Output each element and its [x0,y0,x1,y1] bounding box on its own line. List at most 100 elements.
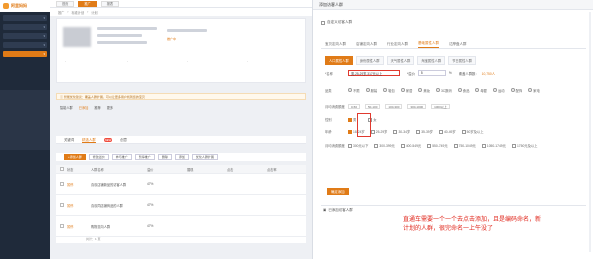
premium-input[interactable]: 5 [417,70,446,76]
confirm-add-button[interactable]: 确定添加 [327,188,349,195]
delete-button[interactable]: 删除 [157,154,172,160]
column-header: 点击 [227,167,234,172]
tab-weather[interactable]: 天气属性人群 [386,56,415,65]
option-box[interactable]: 300-1000 [407,104,427,109]
option-box[interactable]: 100-300 [385,104,403,109]
tab-demographic[interactable]: 人口属性人群 [325,56,353,65]
tab-promotion[interactable]: 推广 [78,0,97,7]
tab-industry-audience[interactable]: 行业定向人群 [387,42,408,47]
checkbox-icon [374,143,379,148]
tab-keywords[interactable]: 关键词 [64,137,74,142]
option-box[interactable]: 0-50 [348,104,361,109]
gender-option-male[interactable]: 男 [348,117,356,122]
optimize-audience-button[interactable]: 优化人群扩展 [191,154,218,160]
age-option[interactable]: 35-39岁 [416,129,433,134]
tab-home[interactable]: 首页 [56,0,75,7]
coverage-label: 覆盖人群数： [458,71,479,76]
tab-creative[interactable]: 创意 [120,137,127,142]
option-label: 母婴 [480,88,487,93]
row-status[interactable]: 暂停 [64,224,88,229]
tab-identity[interactable]: 身份属性人群 [355,56,384,65]
sidebar-item-1[interactable]: ▾ [3,15,47,21]
pause-promotion-button[interactable]: 暂停推广 [134,154,155,160]
sidebar-item-4[interactable]: ▾ [3,42,47,48]
age-option[interactable]: 30-34岁 [393,129,410,134]
amount-option[interactable]: 1750元及以上 [511,143,537,148]
option-radio[interactable]: 运动 [492,88,505,93]
option-label: 35-39岁 [421,130,433,134]
tab-basic-attribute[interactable]: 基础属性人群 [418,41,439,48]
row-label: 月均消费额度 [325,144,345,148]
option-label: 1050-1749元 [486,144,506,148]
audience-name-input[interactable]: 男,25-29岁,317元以上 [348,70,400,76]
summary-item[interactable]: 更多 [107,105,113,110]
option-radio[interactable]: 食品 [457,88,469,93]
modal-title: 添加访客人群 [313,0,593,10]
row-premium[interactable]: 47% [144,224,184,228]
sidebar-item-3[interactable]: ▾ [3,33,47,39]
radio-icon [457,88,462,92]
age-option[interactable]: 40-49岁 [438,129,456,134]
sidebar-item-5[interactable]: ▾ [3,51,47,57]
checkbox-icon [438,129,443,134]
breadcrumb-item[interactable]: 标准计划 [71,10,84,15]
tab-taobao[interactable]: 淘宝属性人群 [417,56,446,65]
sidebar-item-2[interactable]: ▾ [3,24,47,30]
amount-option[interactable]: 300-399元 [374,143,395,148]
age-option[interactable]: 50岁及以上 [461,129,484,134]
amount-option[interactable]: 400-549元 [400,143,421,148]
tab-audience[interactable]: 精选人群 [82,137,96,143]
join-promotion-button[interactable]: 参与推广 [111,154,132,160]
sidebar: 阿里妈妈 ▾ ▾ ▾ ▾ ▾ [0,0,50,259]
option-radio[interactable]: 配饰 [510,88,522,93]
tab-dmp-audience[interactable]: 达摩盘人群 [449,42,467,47]
annotation-text: 直通车需要一个一个去点击添加，且是编码命名，新计划的人群，很完命名一上午没了 [403,217,542,232]
option-radio[interactable]: 3C数码 [435,88,452,93]
edit-premium-button[interactable]: 修改溢价 [88,154,109,160]
amount-option[interactable]: 750-1049元 [453,143,476,148]
amount-option[interactable]: 300元以下 [348,143,368,148]
custom-audience-option[interactable]: 自定义访客人群 [321,20,352,25]
tab-report[interactable]: 报表 [100,0,120,7]
modal-main-tabs: 宝贝定向人群 店铺定向人群 行业定向人群 基础属性人群 达摩盘人群 [321,40,586,49]
breadcrumb-separator: › [67,10,69,14]
radio-icon [418,88,423,92]
option-label: 3C数码 [440,88,452,93]
amount-option[interactable]: 1050-1749元 [481,143,506,148]
tab-item-audience[interactable]: 宝贝定向人群 [325,42,346,47]
option-radio[interactable]: 鞋包 [383,88,395,93]
tab-holiday[interactable]: 节日属性人群 [448,56,476,65]
row-label: 品类 [325,88,332,93]
option-radio[interactable]: 不限 [348,88,360,93]
option-label: 30-34岁 [398,130,411,134]
custom-audience-label: 自定义访客人群 [327,20,353,24]
row-status[interactable]: 暂停 [64,203,88,208]
radio-icon [510,88,515,92]
add-audience-button[interactable]: +添加人群 [64,154,86,160]
row-premium[interactable]: 47% [144,182,184,186]
row-premium[interactable]: 47% [144,203,184,207]
breadcrumb-item[interactable]: 推广 [58,10,64,15]
tab-shop-audience[interactable]: 店铺定向人群 [356,42,377,47]
option-radio[interactable]: 母婴 [475,88,487,93]
option-radio[interactable]: 家居 [400,88,412,93]
radio-icon [475,88,480,92]
row-status[interactable]: 暂停 [64,182,88,187]
row-name: 购物意向人群 [91,224,111,229]
added-audience-section[interactable]: ▣ 已添加访客人群 [321,205,586,214]
age-option[interactable]: 25-29岁 [370,129,387,134]
option-label: 家电 [533,88,540,93]
row-label: 性别 [325,118,332,122]
option-box[interactable]: 1000以上 [431,104,450,109]
option-radio[interactable]: 服装 [365,88,377,93]
column-header: 溢价 [147,167,154,172]
table-row: 暂停 购物意向人群 47% [56,216,306,237]
add-button[interactable]: 添加 [174,154,189,160]
option-box[interactable]: 50-100 [365,104,381,109]
logo[interactable]: 阿里妈妈 [0,0,50,12]
table-footer: 共计：1 页 [86,237,101,241]
summary-row: 智能人群 已添加 推荐 更多 [56,103,306,111]
option-radio[interactable]: 家电 [528,88,540,93]
option-radio[interactable]: 美妆 [418,88,430,93]
amount-option[interactable]: 550-749元 [427,143,448,148]
